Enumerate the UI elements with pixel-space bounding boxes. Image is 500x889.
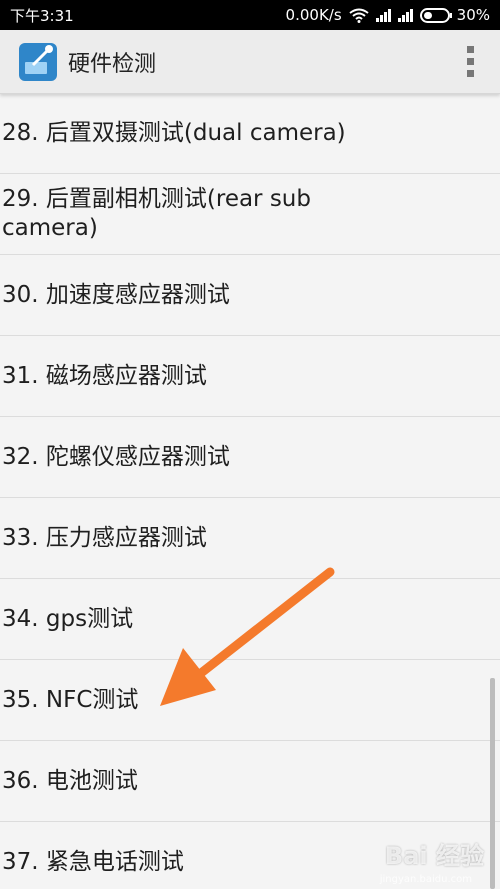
signal-2-icon	[397, 8, 413, 22]
list-item-battery-test[interactable]: 36. 电池测试	[0, 741, 500, 822]
status-time: 下午3:31	[10, 6, 74, 25]
list-item-label: 31. 磁场感应器测试	[2, 362, 207, 389]
list-item-gps-test[interactable]: 34. gps测试	[0, 579, 500, 660]
status-right: 0.00K/s 30%	[286, 6, 490, 24]
watermark: Bai 经验	[384, 842, 484, 870]
list-item-nfc-test[interactable]: 35. NFC测试	[0, 660, 500, 741]
app-bar: 硬件检测	[0, 30, 500, 94]
network-speed: 0.00K/s	[285, 6, 342, 24]
list-item-label: 37. 紧急电话测试	[2, 848, 184, 875]
status-bar: 下午3:31 0.00K/s 30%	[0, 0, 500, 30]
app-title: 硬件检测	[68, 51, 157, 77]
list-item-label: 28. 后置双摄测试(dual camera)	[2, 120, 346, 146]
test-list: 28. 后置双摄测试(dual camera) 29. 后置副相机测试(rear…	[0, 94, 500, 889]
wifi-icon	[349, 8, 369, 23]
list-item-label: 34. gps测试	[2, 605, 134, 632]
list-item-gyroscope-test[interactable]: 32. 陀螺仪感应器测试	[0, 417, 500, 498]
watermark-domain: jingyan.baidu.com	[379, 874, 472, 885]
overflow-menu-icon[interactable]	[458, 42, 482, 82]
list-item-dual-camera-test[interactable]: 28. 后置双摄测试(dual camera)	[0, 94, 500, 174]
list-item-magnetic-sensor-test[interactable]: 31. 磁场感应器测试	[0, 336, 500, 417]
list-item-label: 36. 电池测试	[2, 767, 138, 794]
list-item-pressure-sensor-test[interactable]: 33. 压力感应器测试	[0, 498, 500, 579]
battery-icon	[419, 7, 452, 23]
battery-percent: 30%	[456, 6, 490, 24]
list-item-label: 29. 后置副相机测试(rear sub camera)	[2, 186, 311, 241]
list-item-label: 30. 加速度感应器测试	[2, 281, 230, 308]
list-item-accelerometer-test[interactable]: 30. 加速度感应器测试	[0, 255, 500, 336]
list-item-label: 32. 陀螺仪感应器测试	[2, 443, 230, 470]
list-item-rear-sub-camera-test[interactable]: 29. 后置副相机测试(rear sub camera)	[0, 174, 500, 255]
scrollbar[interactable]	[490, 678, 495, 889]
list-item-label: 33. 压力感应器测试	[2, 524, 207, 551]
hardware-test-app-icon	[19, 42, 57, 81]
signal-1-icon	[375, 8, 391, 22]
list-item-label: 35. NFC测试	[2, 686, 139, 713]
